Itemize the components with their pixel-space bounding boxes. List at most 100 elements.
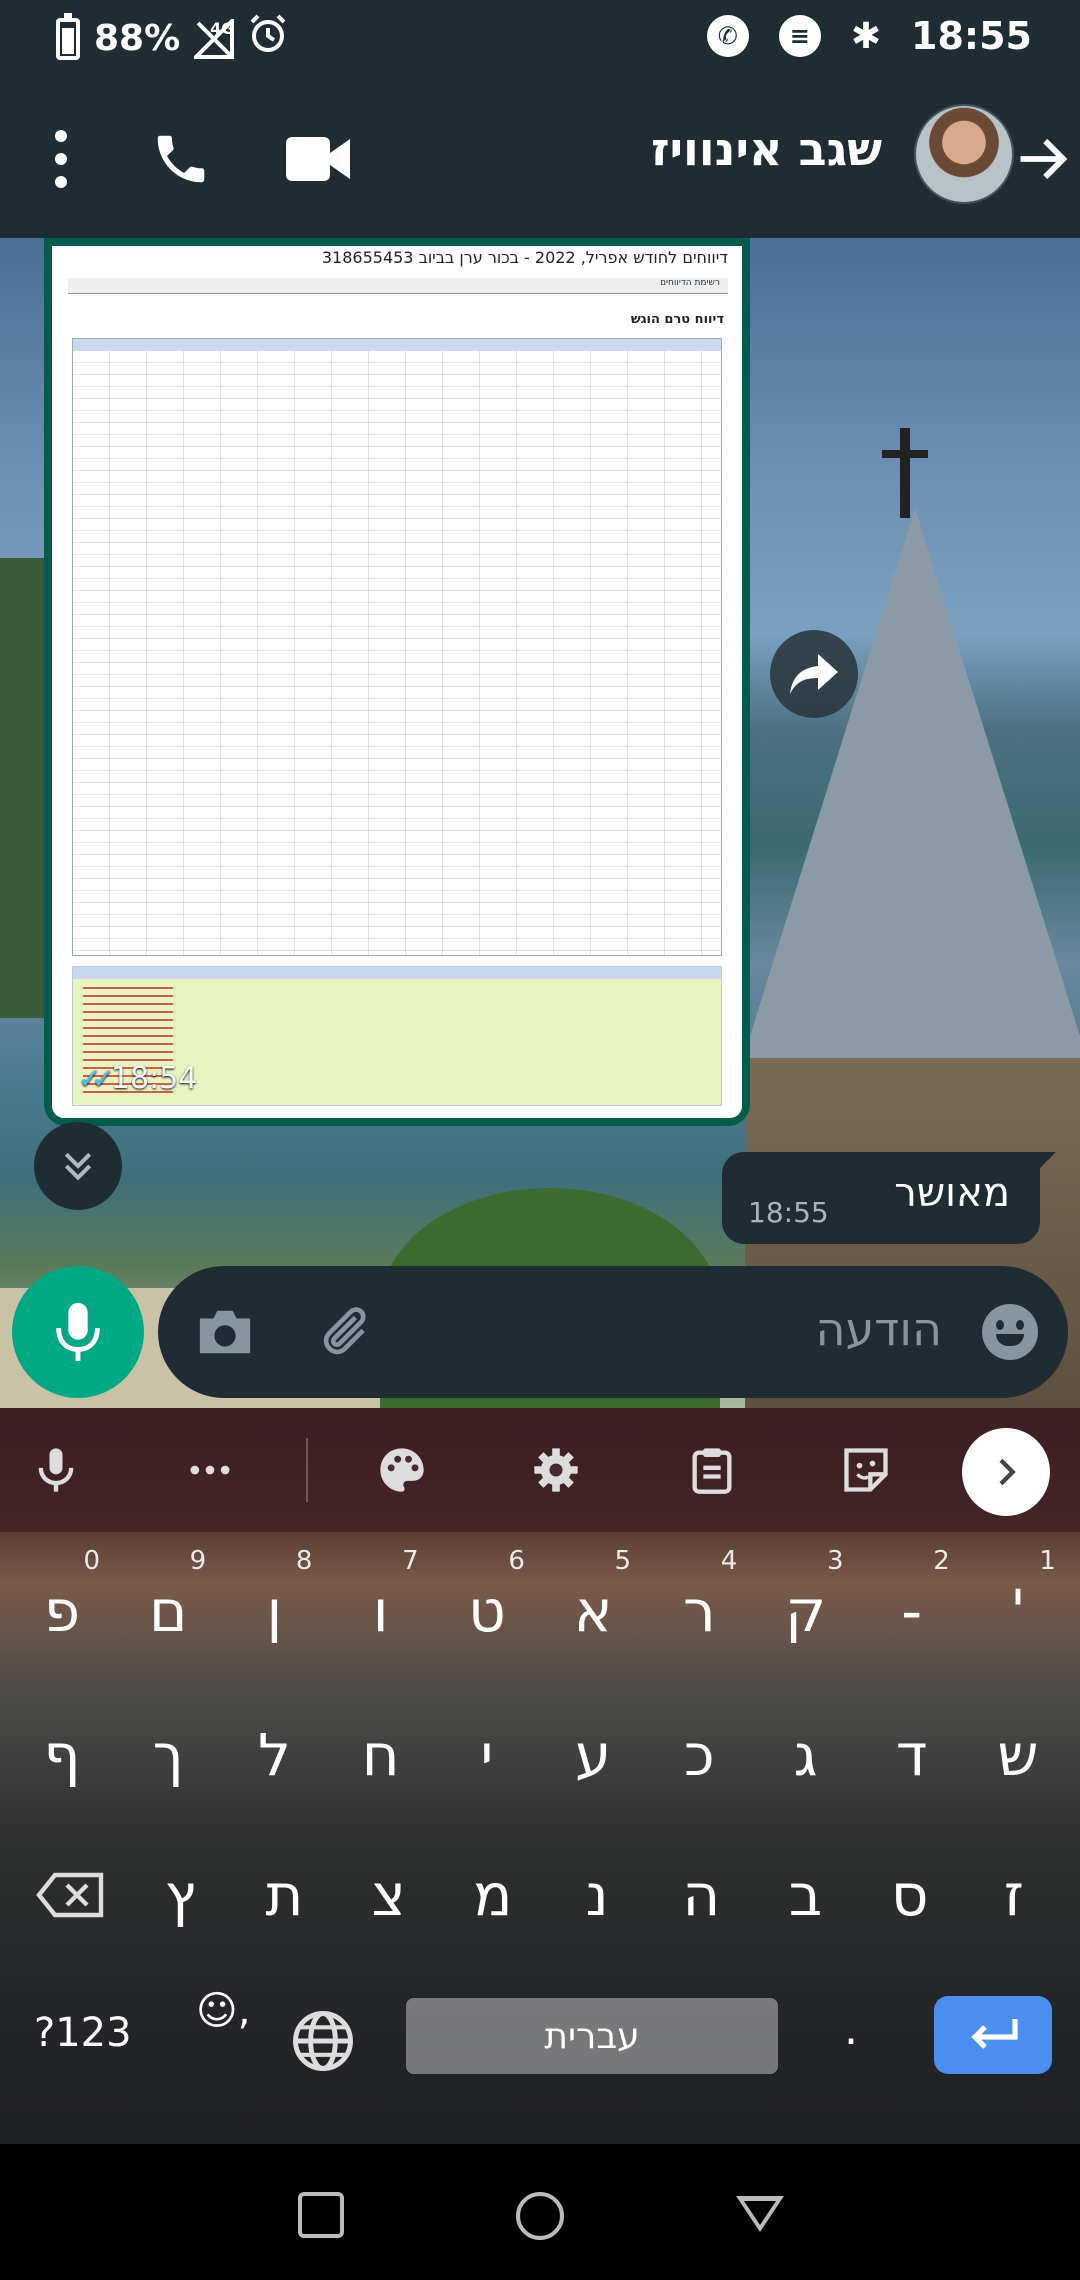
key-8[interactable]: -2 (866, 1546, 958, 1666)
key-3[interactable]: ו7 (335, 1546, 427, 1666)
voice-record-button[interactable] (12, 1266, 144, 1398)
phone-call-icon: ✆ (706, 15, 749, 57)
battery-icon (56, 12, 80, 60)
key-4[interactable]: נ (547, 1840, 647, 1950)
keyboard-row-2: ףךלחיעכגד ש (0, 1700, 1080, 1810)
alarm-icon (248, 14, 288, 63)
key-hint: 1 (1039, 1546, 1056, 1576)
key-9[interactable]: ' 1 (972, 1546, 1064, 1666)
home-circle-icon[interactable] (516, 2192, 564, 2240)
space-key[interactable]: עברית (406, 1998, 778, 2074)
toolbar-divider (306, 1438, 308, 1502)
report-table-columns (73, 351, 721, 955)
key-2[interactable]: ן8 (228, 1546, 320, 1666)
key-7[interactable]: ג (760, 1700, 852, 1810)
report-summary-header (73, 967, 721, 979)
scroll-to-bottom-button[interactable] (34, 1122, 122, 1210)
globe-icon[interactable] (290, 2008, 356, 2074)
backspace-icon (36, 1872, 104, 1918)
contact-avatar[interactable] (914, 104, 1014, 204)
key-label: ק (784, 1577, 827, 1645)
key-hint: 4 (720, 1546, 738, 1576)
report-subtitle: דיווח טרם הוגש (630, 312, 724, 327)
more-icon[interactable] (184, 1444, 236, 1496)
attach-icon[interactable] (314, 1302, 376, 1364)
palette-icon[interactable] (376, 1444, 428, 1496)
message-composer[interactable]: הודעה (158, 1266, 1068, 1398)
contact-name[interactable]: שגב אינוויז (651, 122, 882, 176)
battery-percent: 88% (94, 18, 181, 59)
key-label: ח (361, 1721, 400, 1789)
signal-icon: 4G (194, 18, 234, 59)
back-triangle-icon[interactable] (736, 2196, 784, 2232)
emoji-icon[interactable] (982, 1304, 1038, 1360)
keyboard-mic-icon[interactable] (30, 1444, 82, 1496)
camera-icon[interactable] (196, 1306, 254, 1358)
key-label: ת (265, 1861, 304, 1929)
key-8[interactable]: ז (964, 1840, 1064, 1950)
key-1[interactable]: ך (122, 1700, 214, 1810)
key-2[interactable]: צ (339, 1840, 439, 1950)
key-2[interactable]: ל (228, 1700, 320, 1810)
settings-gear-icon[interactable] (530, 1444, 582, 1496)
key-hint: 6 (508, 1546, 525, 1576)
video-call-icon[interactable] (286, 132, 350, 186)
enter-key[interactable] (934, 1996, 1052, 2074)
symbols-key[interactable]: ?123 (34, 2010, 132, 2056)
status-right: ✆ ≡ ✱ 18:55 (706, 14, 1032, 58)
key-4[interactable]: ט6 (441, 1546, 533, 1666)
chat-area[interactable]: דיווחים לחודש אפריל, 2022 - בכור ערן בבי… (0, 238, 1080, 1408)
expand-toolbar-button[interactable] (962, 1428, 1050, 1516)
key-hint: 9 (189, 1546, 207, 1576)
wallpaper-tower-roof (740, 508, 1080, 1068)
key-label: ז (1003, 1861, 1025, 1929)
key-label: ו (372, 1577, 389, 1645)
key-6[interactable]: ר4 (653, 1546, 745, 1666)
clipboard-icon[interactable] (686, 1444, 738, 1496)
text-message-bubble[interactable]: מאושר 18:55 (722, 1152, 1056, 1244)
key-6[interactable]: כ (653, 1700, 745, 1810)
more-options-icon[interactable] (54, 130, 68, 188)
image-timestamp: ✓✓ 18:54 (78, 1061, 197, 1096)
report-table (72, 338, 722, 956)
microphone-icon (56, 1302, 100, 1362)
voice-call-icon[interactable] (150, 128, 212, 190)
read-receipt-icon: ✓✓ (78, 1062, 115, 1095)
key-hint: 5 (614, 1546, 632, 1576)
message-input[interactable]: הודעה (815, 1302, 942, 1356)
key-label: ה (682, 1861, 721, 1929)
key-5[interactable]: ע (547, 1700, 639, 1810)
key-1[interactable]: ת (234, 1840, 334, 1950)
report-title: דיווחים לחודש אפריל, 2022 - בכור ערן בבי… (321, 248, 728, 267)
key-label: ע (574, 1721, 612, 1789)
key-1[interactable]: ם9 (122, 1546, 214, 1666)
sticker-icon[interactable] (840, 1444, 892, 1496)
key-0[interactable]: פ0 (16, 1546, 108, 1666)
forward-button[interactable] (770, 630, 858, 718)
report-image[interactable]: דיווחים לחודש אפריל, 2022 - בכור ערן בבי… (52, 246, 742, 1118)
key-7[interactable]: ס (860, 1840, 960, 1950)
key-8[interactable]: ד (866, 1700, 958, 1810)
key-9[interactable]: ש (972, 1700, 1064, 1810)
key-label: ד (895, 1721, 928, 1789)
key-0[interactable]: ץ (130, 1840, 230, 1950)
image-message-bubble[interactable]: דיווחים לחודש אפריל, 2022 - בכור ערן בבי… (44, 238, 750, 1126)
key-label: ב (788, 1861, 823, 1929)
key-4[interactable]: י (441, 1700, 533, 1810)
key-3[interactable]: ח (335, 1700, 427, 1810)
key-0[interactable]: ף (16, 1700, 108, 1810)
key-7[interactable]: ק3 (760, 1546, 852, 1666)
back-arrow-icon[interactable] (1016, 132, 1070, 186)
key-label: נ (585, 1861, 609, 1929)
key-3[interactable]: מ (443, 1840, 543, 1950)
key-5[interactable]: ה (651, 1840, 751, 1950)
backspace-key[interactable] (16, 1840, 126, 1950)
emoji-comma-key[interactable]: ☺, (196, 1988, 250, 2088)
recents-square-icon[interactable] (298, 2192, 344, 2238)
wallpaper-cross (882, 428, 928, 518)
key-label: ם (148, 1577, 188, 1645)
period-key[interactable]: . (844, 2004, 858, 2055)
key-5[interactable]: א5 (547, 1546, 639, 1666)
key-label: ש (997, 1721, 1039, 1789)
key-6[interactable]: ב (756, 1840, 856, 1950)
